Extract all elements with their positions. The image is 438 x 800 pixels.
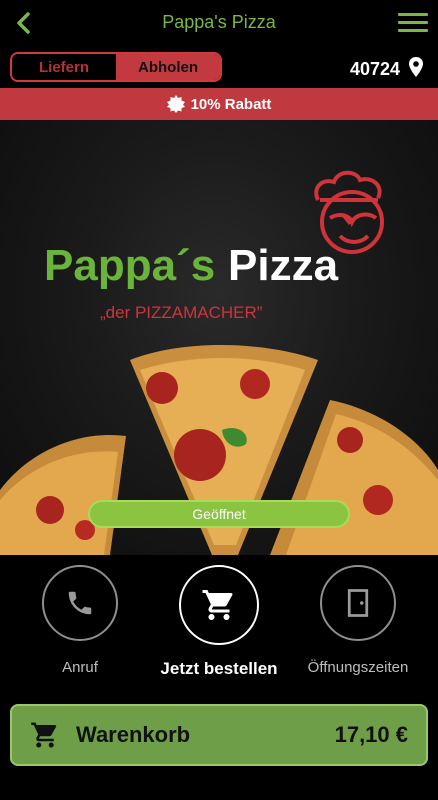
brand-slogan: „der PIZZAMACHER”	[100, 303, 263, 322]
cart-icon	[31, 722, 57, 748]
open-status-badge[interactable]: Geöffnet	[88, 500, 350, 528]
cart-label: Warenkorb	[76, 722, 191, 747]
page-title: Pappa's Pizza	[162, 12, 276, 32]
call-button[interactable]	[42, 565, 118, 641]
order-action[interactable]: Jetzt bestellen	[154, 565, 284, 679]
delivery-mode-toggle: Liefern Abholen	[10, 52, 222, 82]
delivery-mode-bar: Liefern Abholen 40724	[0, 46, 438, 88]
deliver-tab[interactable]: Liefern	[12, 54, 116, 80]
cart-button[interactable]: Warenkorb 17,10 €	[10, 704, 428, 766]
discount-banner[interactable]: 10% Rabatt	[0, 88, 438, 120]
app-header: Pappa's Pizza	[0, 0, 438, 46]
quick-actions: Anruf Jetzt bestellen Öffnungszeiten	[0, 555, 438, 695]
opening-hours-label: Öffnungszeiten	[307, 659, 409, 676]
hamburger-menu-icon[interactable]	[398, 13, 428, 35]
brand-name-first: Pappa´s	[44, 241, 215, 290]
discount-text: 10% Rabatt	[190, 95, 272, 113]
order-now-label: Jetzt bestellen	[160, 659, 278, 678]
call-label: Anruf	[62, 659, 98, 676]
pickup-tab[interactable]: Abholen	[116, 54, 220, 80]
discount-badge-icon	[166, 95, 185, 113]
opening-hours-button[interactable]	[320, 565, 396, 641]
door-icon	[347, 589, 369, 617]
brand-logo: Pappa´s Pizza „der PIZZAMACHER”	[44, 170, 384, 322]
postal-code[interactable]: 40724	[350, 59, 400, 80]
phone-icon	[68, 591, 92, 615]
brand-name-second: Pizza	[228, 241, 339, 290]
hero-banner: Pappa´s Pizza „der PIZZAMACHER”	[0, 120, 438, 555]
call-action[interactable]: Anruf	[15, 565, 145, 676]
location-pin-icon[interactable]	[408, 56, 424, 78]
shopping-cart-icon	[202, 590, 233, 620]
order-now-button[interactable]	[179, 565, 259, 645]
opening-hours-action[interactable]: Öffnungszeiten	[293, 565, 423, 676]
cart-total: 17,10 €	[334, 722, 408, 747]
